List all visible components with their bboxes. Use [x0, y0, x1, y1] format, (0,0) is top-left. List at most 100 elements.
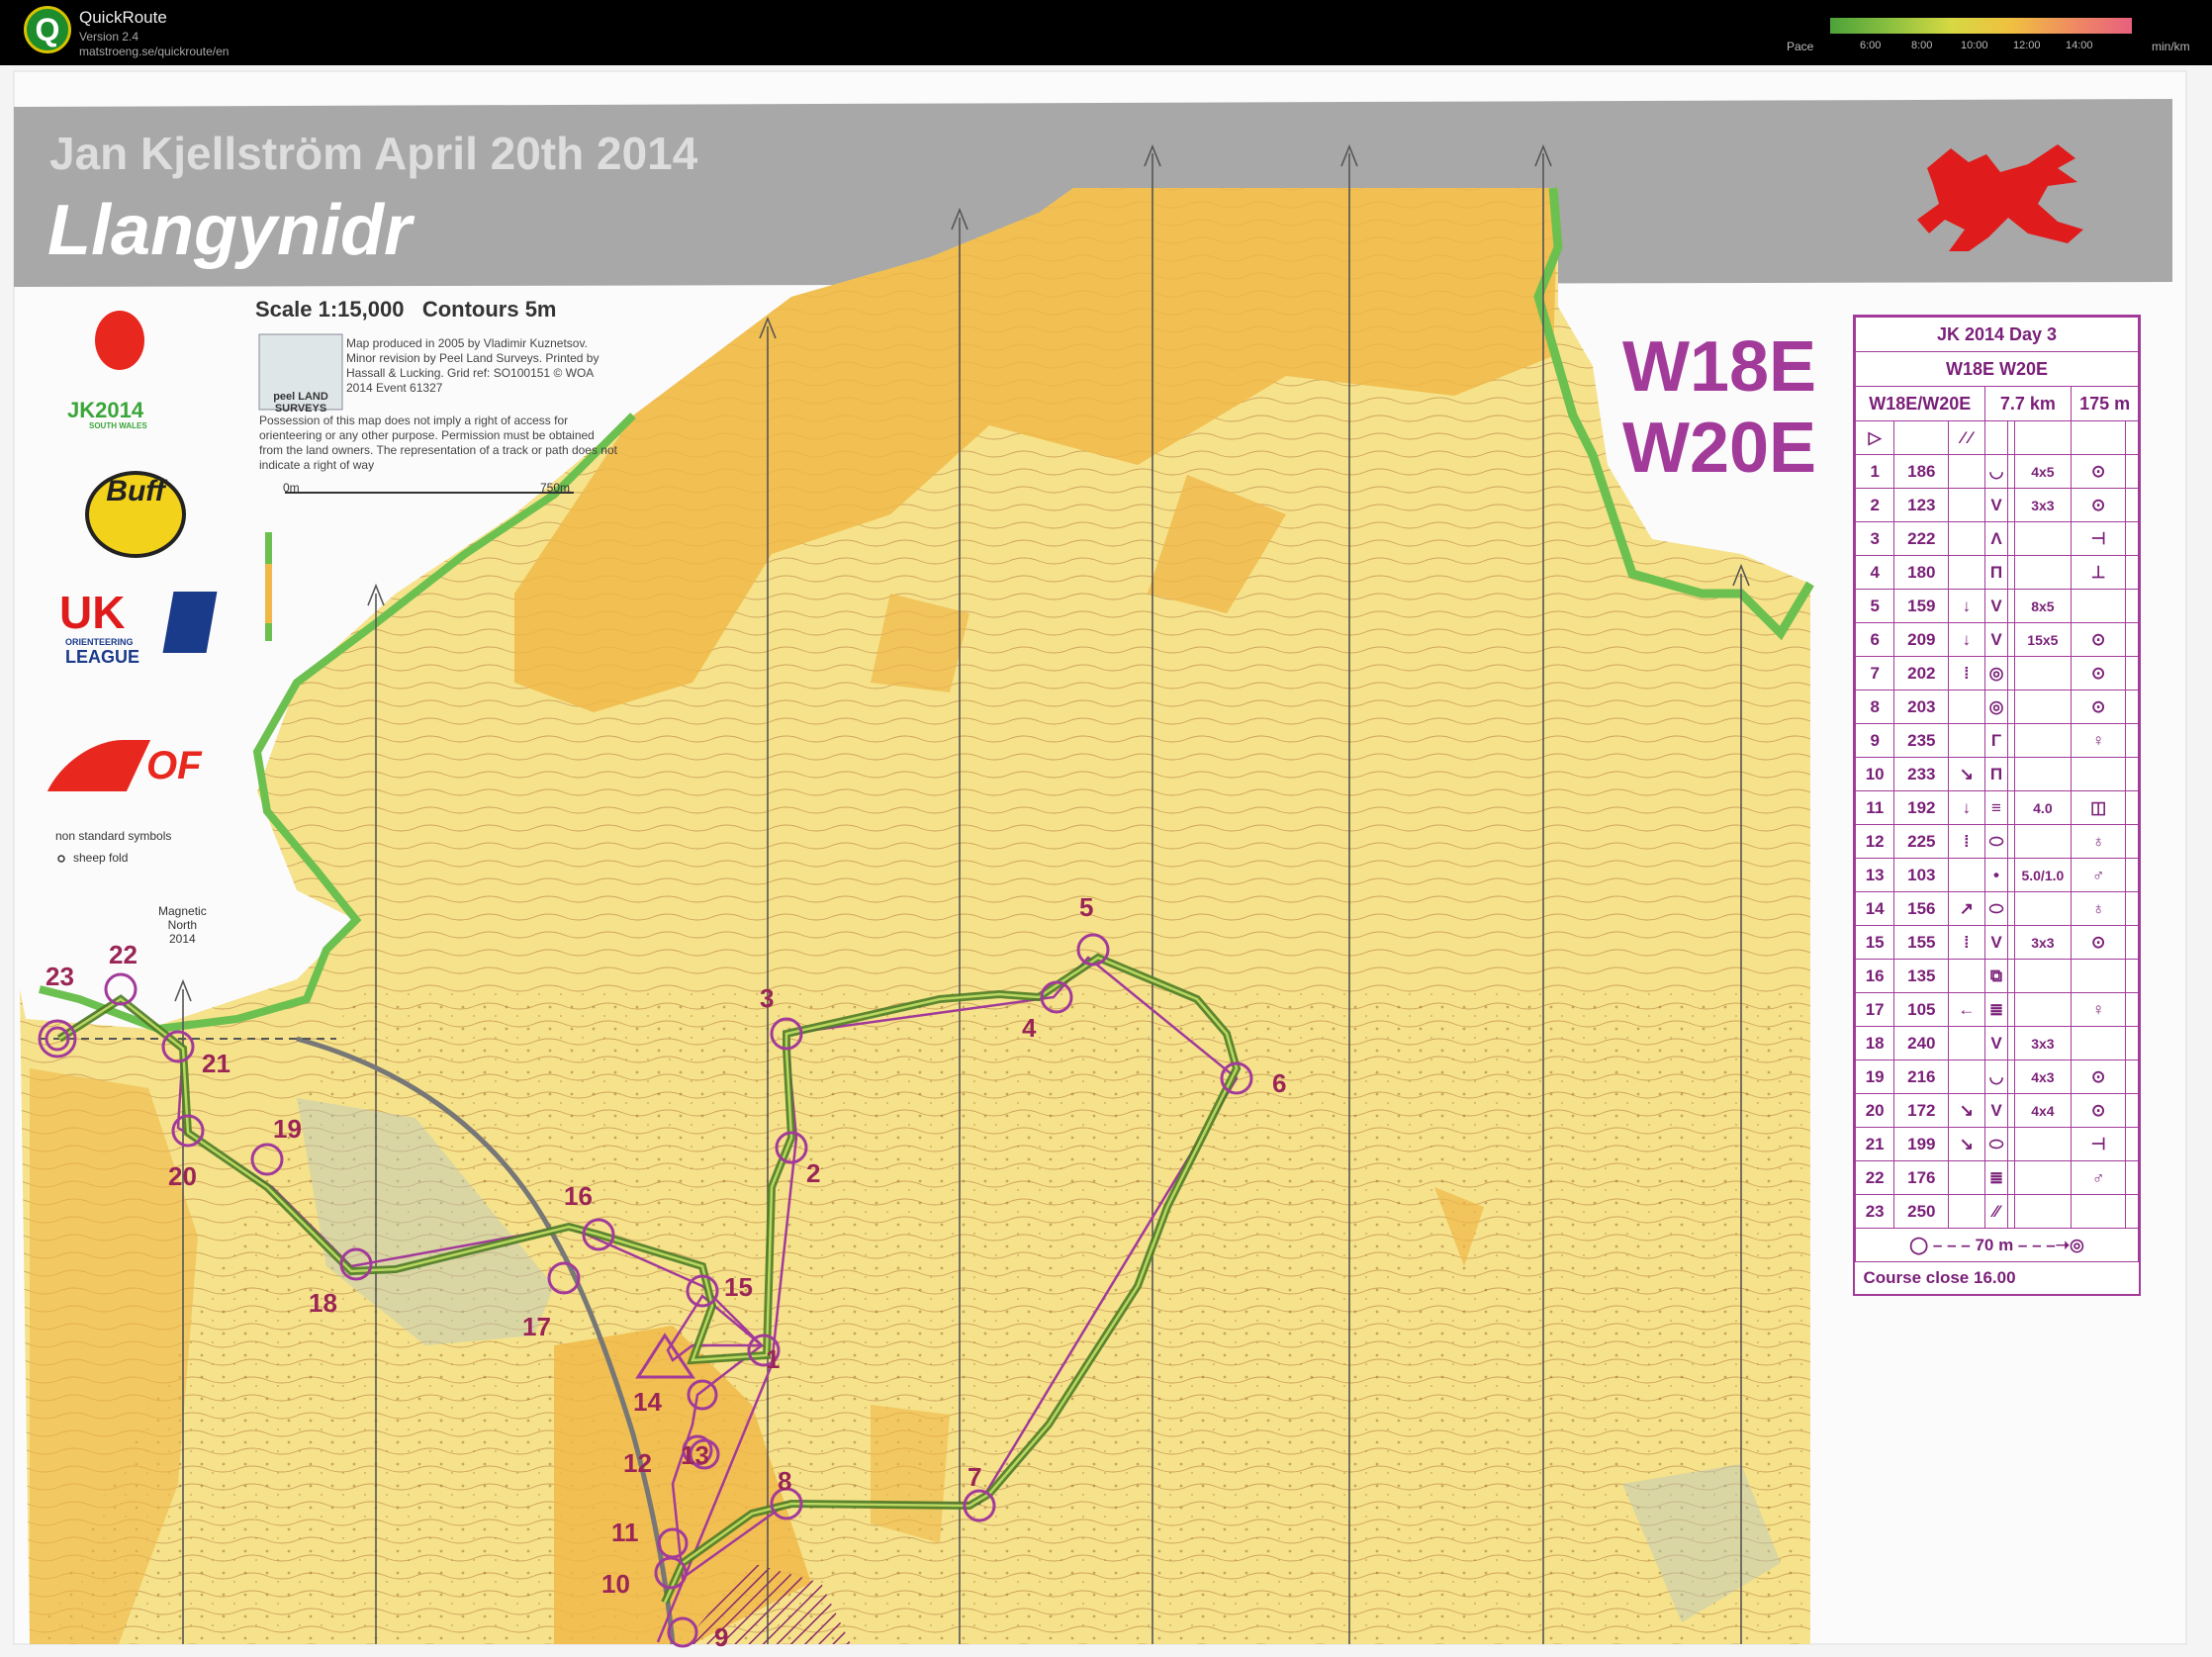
dimension: 4x3	[2013, 1059, 2073, 1094]
control-row: 13 103 • 5.0/1.0 ♂	[1854, 858, 2140, 892]
control-label-3[interactable]: 3	[760, 983, 774, 1014]
dimension	[2013, 959, 2073, 993]
location-icon: ⊙	[2071, 925, 2126, 960]
other-cell	[2124, 656, 2140, 690]
control-row: 8 203 ◎ ⊙	[1854, 690, 2140, 724]
control-label-23[interactable]: 23	[46, 962, 74, 992]
control-label-21[interactable]: 21	[202, 1049, 230, 1079]
control-row: 12 225 ⁞ ⬭ ♁	[1854, 824, 2140, 859]
pace-tick: 10:00	[1961, 40, 1988, 51]
direction-icon: ↘	[1948, 757, 1985, 791]
control-number: 16	[1854, 959, 1895, 993]
location-icon: ⊙	[2071, 690, 2126, 724]
other-cell	[2124, 1059, 2140, 1094]
control-label-5[interactable]: 5	[1079, 892, 1093, 923]
control-number: 9	[1854, 723, 1895, 758]
control-row: 17 105 ← ≣ ♀	[1854, 992, 2140, 1027]
control-label-1[interactable]: 1	[766, 1344, 780, 1375]
colour-legend	[265, 564, 272, 623]
direction-icon	[1948, 454, 1985, 489]
control-label-6[interactable]: 6	[1272, 1068, 1286, 1099]
control-row: 4 180 Π ⊥	[1854, 555, 2140, 590]
feature-icon: ◡	[1983, 454, 2009, 489]
other-cell	[2124, 992, 2140, 1027]
control-row: 15 155 ⁞ V 3x3 ⊙	[1854, 925, 2140, 960]
feature-icon: ⧉	[1983, 959, 2009, 993]
control-code: 222	[1893, 521, 1950, 556]
iof-text: OF	[146, 744, 202, 787]
control-label-2[interactable]: 2	[806, 1158, 820, 1189]
control-row: 5 159 ↓ V 8x5	[1854, 589, 2140, 623]
control-number: 22	[1854, 1160, 1895, 1195]
other-cell	[2124, 959, 2140, 993]
control-label-4[interactable]: 4	[1022, 1013, 1036, 1044]
control-row: 14 156 ↗ ⬭ ♁	[1854, 891, 2140, 926]
control-number: 23	[1854, 1194, 1895, 1229]
pace-tick: 12:00	[2013, 40, 2041, 51]
control-row: 21 199 ↘ ⬭ ⊣	[1854, 1127, 2140, 1161]
course-line: W20E	[1622, 409, 1817, 488]
control-label-15[interactable]: 15	[724, 1272, 753, 1303]
dimension: 3x3	[2013, 488, 2073, 522]
dimension	[2013, 992, 2073, 1027]
control-label-16[interactable]: 16	[564, 1181, 593, 1212]
control-label-19[interactable]: 19	[273, 1114, 302, 1145]
direction-icon	[1948, 959, 1985, 993]
control-row: 9 235 Γ ♀	[1854, 723, 2140, 758]
dimension: 8x5	[2013, 589, 2073, 623]
course-name: W18E W20E	[1622, 326, 1816, 489]
control-code: 199	[1893, 1127, 1950, 1161]
direction-icon	[1948, 690, 1985, 724]
uk-text: UK	[59, 587, 126, 638]
cd-length: 7.7 km	[1983, 386, 2073, 421]
control-number: 6	[1854, 622, 1895, 657]
location-icon: ♀	[2071, 992, 2126, 1027]
mag-line: 2014	[169, 932, 196, 946]
control-label-18[interactable]: 18	[309, 1288, 337, 1319]
app-url[interactable]: matstroeng.se/quickroute/en	[79, 45, 229, 58]
app-version: Version 2.4	[79, 30, 139, 44]
control-number: 19	[1854, 1059, 1895, 1094]
direction-icon	[1948, 1059, 1985, 1094]
feature-icon: Π	[1983, 555, 2009, 590]
control-code: 103	[1893, 858, 1950, 892]
direction-icon: ↗	[1948, 891, 1985, 926]
control-label-10[interactable]: 10	[601, 1569, 630, 1600]
welsh-dragon-icon	[1917, 144, 2083, 251]
start-feature-icon: ⁄ ⁄	[1948, 420, 1985, 455]
control-row: 16 135 ⧉	[1854, 959, 2140, 993]
control-code: 240	[1893, 1026, 1950, 1060]
location-icon: ⊙	[2071, 622, 2126, 657]
quickroute-logo-icon: Q	[24, 6, 71, 53]
finish-start-icon: ◯ – – –	[1909, 1235, 1976, 1254]
uk-orienteering-league-logo: UK ORIENTEERING LEAGUE	[59, 586, 218, 667]
control-label-7[interactable]: 7	[968, 1462, 981, 1493]
control-code: 202	[1893, 656, 1950, 690]
control-row: 20 172 ↘ V 4x4 ⊙	[1854, 1093, 2140, 1128]
dimension: 15x5	[2013, 622, 2073, 657]
control-number: 5	[1854, 589, 1895, 623]
direction-icon: ↘	[1948, 1127, 1985, 1161]
control-label-11[interactable]: 11	[611, 1518, 639, 1548]
control-label-12[interactable]: 12	[623, 1448, 652, 1479]
control-label-20[interactable]: 20	[168, 1161, 197, 1192]
control-label-8[interactable]: 8	[778, 1466, 791, 1497]
feature-icon: ⁄⁄	[1983, 1194, 2009, 1229]
feature-icon: V	[1983, 622, 2009, 657]
other-cell	[2124, 757, 2140, 791]
feature-icon: V	[1983, 488, 2009, 522]
pace-gradient-bar	[1830, 18, 2132, 34]
start-triangle-icon: ▷	[1854, 420, 1895, 455]
control-number: 21	[1854, 1127, 1895, 1161]
other-cell	[2124, 690, 2140, 724]
scalebar-end: 750m	[540, 481, 571, 495]
other-cell	[2124, 790, 2140, 825]
control-number: 20	[1854, 1093, 1895, 1128]
control-label-14[interactable]: 14	[633, 1387, 662, 1418]
location-icon	[2071, 1026, 2126, 1060]
direction-icon: ↓	[1948, 622, 1985, 657]
control-label-17[interactable]: 17	[522, 1312, 551, 1342]
control-label-13[interactable]: 13	[681, 1440, 709, 1471]
control-label-22[interactable]: 22	[109, 940, 138, 970]
control-label-9[interactable]: 9	[714, 1622, 728, 1653]
